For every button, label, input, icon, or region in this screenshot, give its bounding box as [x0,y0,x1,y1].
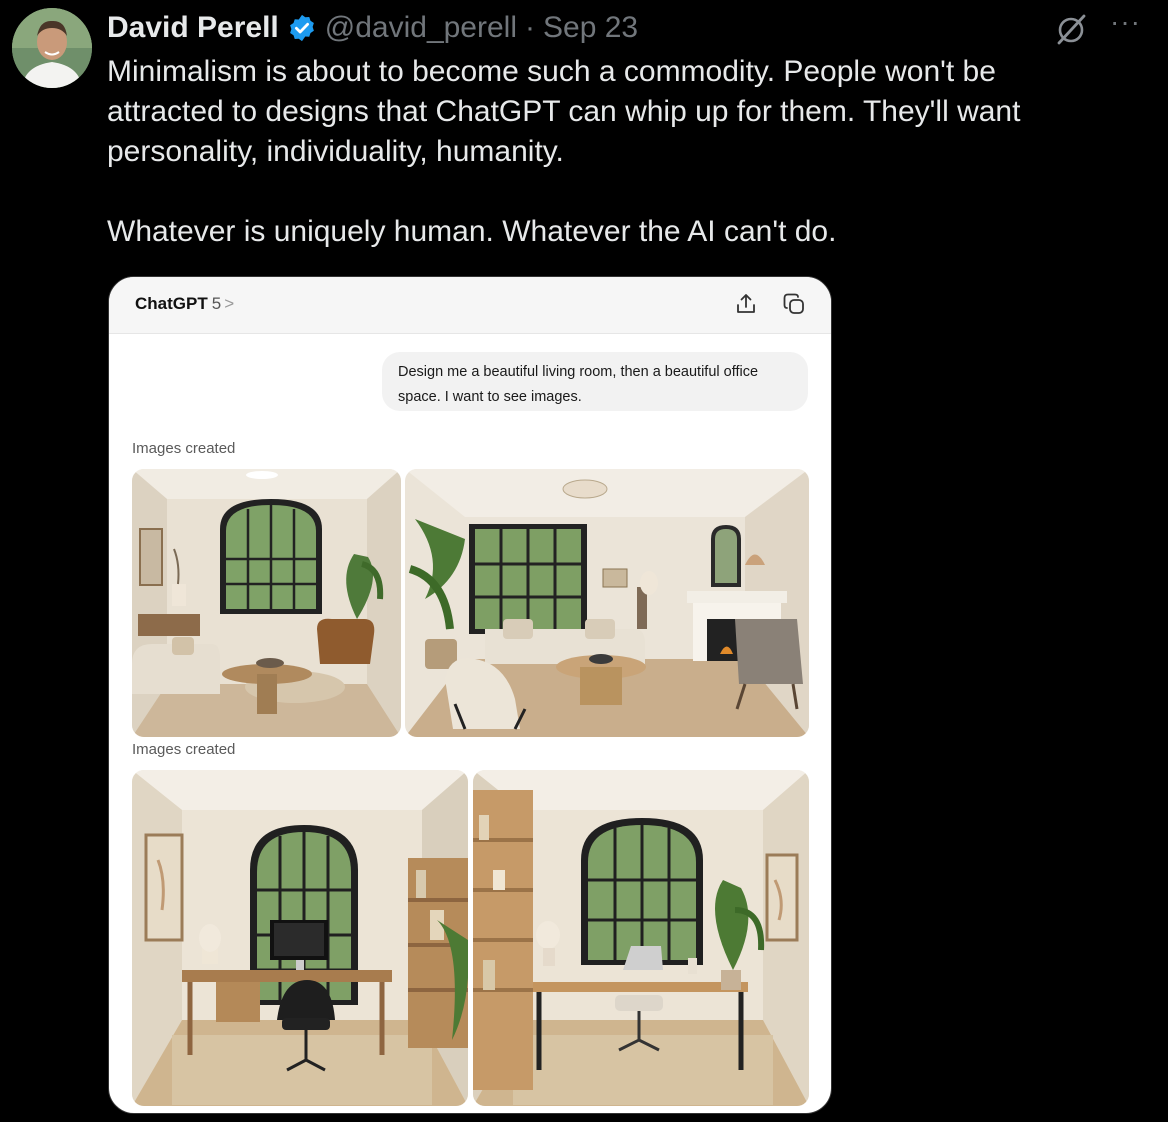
images-created-label-2: Images created [132,741,236,758]
living-room-image-1[interactable] [132,469,401,737]
avatar[interactable] [12,8,92,88]
model-version: 5 [211,294,222,313]
separator: · [525,11,535,44]
new-chat-icon[interactable] [781,291,807,317]
post-date[interactable]: Sep 23 [543,11,638,45]
living-room-image-2[interactable] [405,469,809,737]
images-created-label-1: Images created [132,440,236,457]
embedded-chatgpt-screenshot[interactable]: ChatGPT 5 > Design me a beautiful living r… [108,276,832,1114]
tweet-paragraph-1: Minimalism is about to become such a com… [107,55,1021,168]
office-image-2[interactable] [473,770,809,1106]
grok-icon[interactable] [1054,12,1088,46]
verified-badge-icon [287,13,317,43]
author-name[interactable]: David Perell [107,11,279,45]
chevron-right-icon: > [224,294,235,313]
user-prompt-bubble: Design me a beautiful living room, then … [382,352,808,411]
tweet-text: Minimalism is about to become such a com… [107,52,1107,252]
office-image-1[interactable] [132,770,468,1106]
model-selector[interactable]: ChatGPT 5 > [135,294,234,314]
more-icon[interactable]: ··· [1110,8,1142,42]
tweet-header: David Perell @david_perell · Sep 23 [107,8,638,48]
model-name: ChatGPT [135,294,208,313]
author-handle[interactable]: @david_perell [325,11,517,45]
share-icon[interactable] [733,291,759,317]
tweet-paragraph-2: Whatever is uniquely human. Whatever the… [107,215,837,248]
chat-topbar: ChatGPT 5 > [109,277,831,334]
